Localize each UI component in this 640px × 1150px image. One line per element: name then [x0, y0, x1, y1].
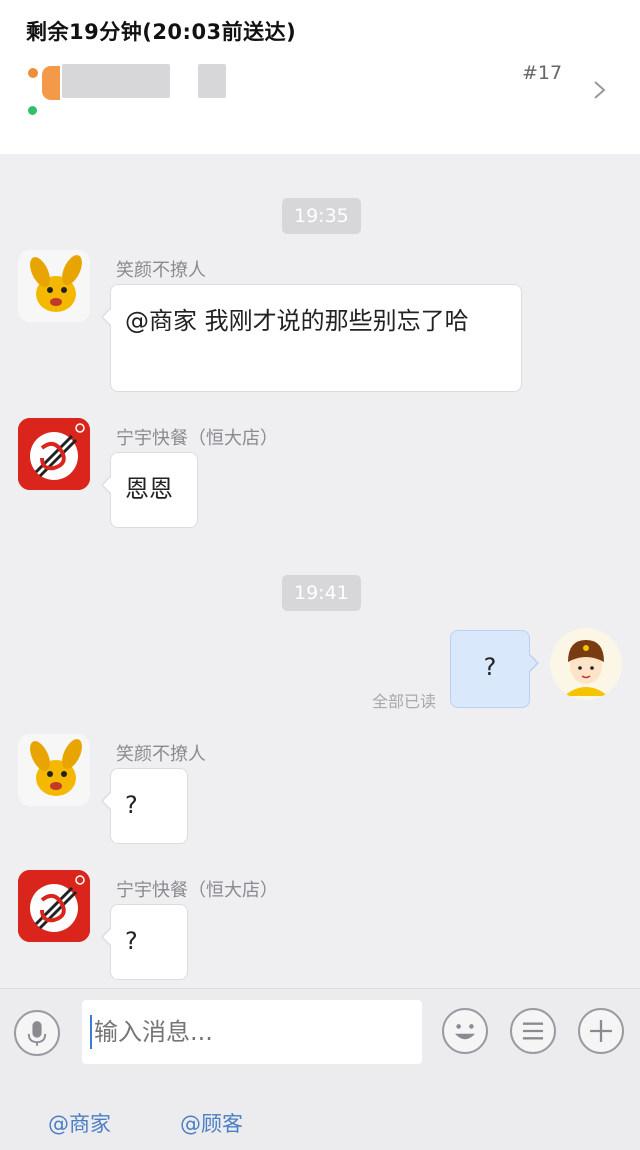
- delivery-time-title: 剩余19分钟(20:03前送达): [26, 20, 297, 44]
- message-input[interactable]: [82, 1000, 422, 1064]
- emoji-icon[interactable]: [442, 1008, 488, 1054]
- sender-name: 宁宇快餐（恒大店）: [116, 880, 278, 901]
- customer-avatar[interactable]: [18, 250, 90, 322]
- read-status: 全部已读: [372, 692, 437, 711]
- plus-icon[interactable]: [578, 1008, 624, 1054]
- mention-merchant-button[interactable]: @商家: [48, 1108, 111, 1138]
- sender-name: 笑颜不撩人: [116, 260, 206, 281]
- chevron-right-icon[interactable]: [592, 78, 608, 102]
- message-bubble[interactable]: ?: [101, 768, 188, 844]
- sender-name: 笑颜不撩人: [116, 744, 206, 765]
- sender-name: 宁宇快餐（恒大店）: [116, 428, 278, 449]
- status-dot-orange: [28, 68, 38, 78]
- list-icon[interactable]: [510, 1008, 556, 1054]
- message-bubble[interactable]: ?: [101, 904, 188, 980]
- timestamp-pill: 19:35: [282, 198, 361, 234]
- message-bubble[interactable]: @商家 我刚才说的那些别忘了哈: [101, 284, 522, 392]
- microphone-icon[interactable]: [14, 1010, 60, 1056]
- blurred-customer-name: [62, 64, 170, 98]
- mention-customer-button[interactable]: @顾客: [180, 1108, 243, 1138]
- my-message-bubble[interactable]: ?: [450, 630, 539, 708]
- timestamp-pill: 19:41: [282, 575, 361, 611]
- merchant-avatar[interactable]: [18, 418, 90, 490]
- order-header[interactable]: 剩余19分钟(20:03前送达) #17: [0, 0, 640, 154]
- message-bubble[interactable]: 恩恩: [101, 452, 198, 528]
- order-number: #17: [522, 62, 563, 84]
- customer-avatar[interactable]: [18, 734, 90, 806]
- merchant-avatar[interactable]: [18, 870, 90, 942]
- status-dot-green: [28, 106, 37, 115]
- rider-avatar[interactable]: [550, 628, 622, 700]
- text-cursor: [90, 1015, 92, 1049]
- status-marker-orange: [42, 66, 60, 100]
- blurred-customer-info: [198, 64, 226, 98]
